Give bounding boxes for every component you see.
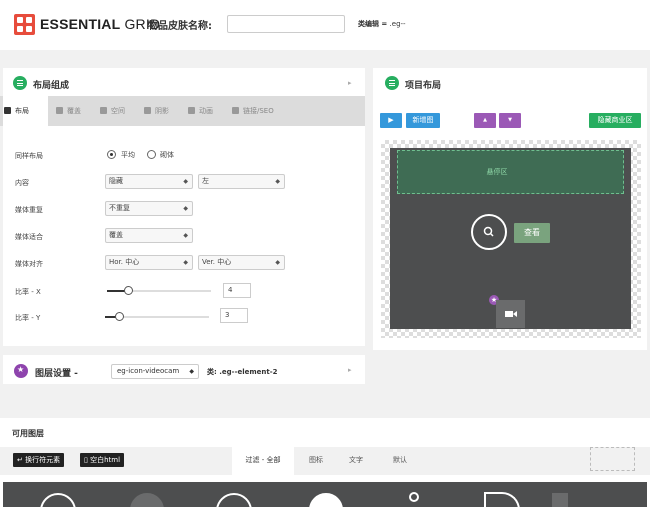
videocam-icon[interactable] <box>496 300 525 328</box>
media-align-label: 媒体对齐 <box>15 260 43 268</box>
overlay-icon <box>56 107 63 114</box>
move-down-button[interactable]: ▼ <box>499 113 521 128</box>
layer-settings-title: 图层设置 - <box>35 369 78 379</box>
ratio-y-slider-handle[interactable] <box>115 312 124 321</box>
media-fit-label: 媒体适合 <box>15 233 43 241</box>
layout-panel-title: 布局组成 <box>33 81 70 91</box>
new-image-button[interactable]: 新增图 <box>406 113 440 128</box>
hover-zone-label: 悬停区 <box>486 168 508 176</box>
filter-tab-all[interactable]: 过滤 - 全部 <box>232 447 294 475</box>
top-bar: ESSENTIAL GRID 物品皮肤名称: 类编辑 = .eg-- <box>0 0 650 50</box>
tab-shadow[interactable]: 阴影 <box>143 96 183 126</box>
menu-icon <box>13 76 27 90</box>
view-button[interactable]: 查看 <box>514 223 550 243</box>
line-break-button[interactable]: ↵ 换行符元素 <box>13 453 65 467</box>
radio-masonry-label: 砌体 <box>160 151 174 159</box>
media-align-v-select[interactable]: Ver. 中心 ◆ <box>198 255 285 270</box>
layer-select[interactable]: eg-icon-videocam ◆ <box>111 364 199 379</box>
play-button[interactable]: ▶ <box>380 113 402 128</box>
layout-tabs: 布局 覆盖 空间 阴影 动画 链接/SEO <box>0 96 365 126</box>
filter-tab-icons[interactable]: 图标 <box>300 447 332 475</box>
media-fit-select[interactable]: 覆盖 ◆ <box>105 228 193 243</box>
content-label: 内容 <box>15 179 29 187</box>
layer-external-link-icon[interactable] <box>552 493 568 507</box>
radio-even[interactable] <box>107 150 116 159</box>
tab-overlay[interactable]: 覆盖 <box>55 96 95 126</box>
radio-even-label: 平均 <box>121 151 135 159</box>
layer-search-icon[interactable] <box>409 492 419 502</box>
tab-layout[interactable]: 布局 <box>3 96 48 126</box>
content-visibility-select[interactable]: 隐藏 ◆ <box>105 174 193 189</box>
tab-spacing[interactable]: 空间 <box>99 96 139 126</box>
star-icon: ★ <box>14 364 28 378</box>
collapse-icon[interactable]: ▸ <box>348 366 352 374</box>
media-repeat-select[interactable]: 不重复 ◆ <box>105 201 193 216</box>
filter-tab-default[interactable]: 默认 <box>384 447 416 475</box>
tab-animation[interactable]: 动画 <box>187 96 227 126</box>
move-up-button[interactable]: ▲ <box>474 113 496 128</box>
ratio-x-slider-handle[interactable] <box>124 286 133 295</box>
available-layers-title: 可用图层 <box>12 429 44 438</box>
content-position-select[interactable]: 左 ◆ <box>198 174 285 189</box>
star-icon <box>188 107 195 114</box>
spacing-icon <box>100 107 107 114</box>
trash-icon[interactable] <box>590 447 635 471</box>
ratio-x-label: 比率 - X <box>15 288 41 296</box>
filter-tab-text[interactable]: 文字 <box>340 447 372 475</box>
skin-name-input[interactable] <box>227 15 345 33</box>
ratio-x-input[interactable]: 4 <box>223 283 251 298</box>
menu-icon <box>385 76 399 90</box>
media-repeat-label: 媒体重复 <box>15 206 43 214</box>
layout-icon <box>4 107 11 114</box>
line-break-icon: ↵ <box>17 456 26 464</box>
skin-name-label: 物品皮肤名称: <box>148 21 212 32</box>
item-layout-title: 项目布局 <box>405 81 442 91</box>
collapse-icon[interactable]: ▸ <box>348 79 352 87</box>
ratio-y-input[interactable]: 3 <box>220 308 248 323</box>
search-icon[interactable] <box>471 214 507 250</box>
essential-grid-logo-icon <box>14 14 35 35</box>
blank-html-button[interactable]: ▯ 空白html <box>80 453 125 467</box>
layer-class-text: 类: .eg--element-2 <box>207 368 278 376</box>
radio-masonry[interactable] <box>147 150 156 159</box>
tab-link-seo[interactable]: 链接/SEO <box>231 96 291 126</box>
same-layout-label: 同样布局 <box>15 152 43 160</box>
media-align-h-select[interactable]: Hor. 中心 ◆ <box>105 255 193 270</box>
hide-area-button[interactable]: 隐藏商业区 <box>589 113 641 128</box>
link-icon <box>232 107 239 114</box>
skin-class-text: 类编辑 = .eg-- <box>358 20 406 28</box>
shadow-icon <box>144 107 151 114</box>
app-logo-text: ESSENTIAL GRID <box>40 16 161 32</box>
ratio-y-label: 比率 - Y <box>15 314 41 322</box>
